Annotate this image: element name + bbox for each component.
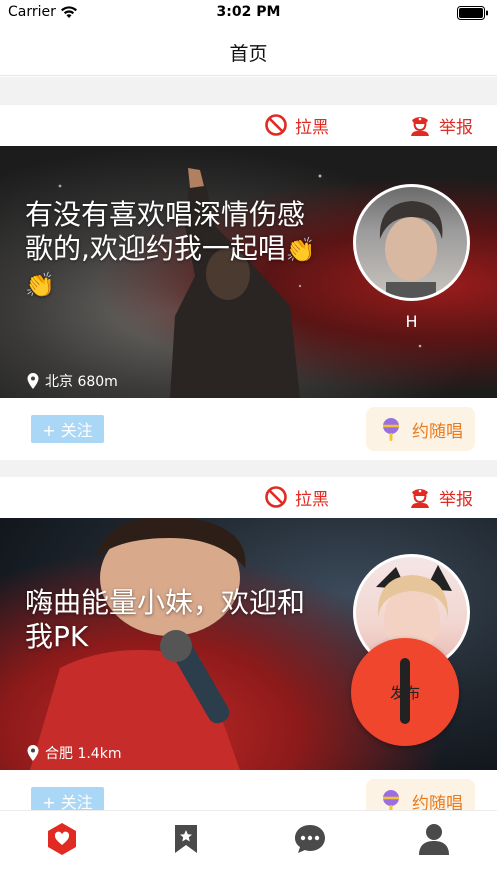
tab-favorites[interactable] <box>166 819 206 859</box>
block-label: 拉黑 <box>295 117 329 138</box>
block-icon <box>265 114 287 136</box>
block-button[interactable]: 拉黑 <box>264 111 329 139</box>
avatar-portrait <box>379 201 443 298</box>
avatar[interactable] <box>353 184 470 301</box>
microphone-icon <box>383 418 399 441</box>
section-divider <box>0 77 497 105</box>
tab-messages[interactable] <box>290 819 330 859</box>
caption-text: 有没有喜欢唱深情伤感歌的,欢迎约我一起唱 <box>25 198 306 265</box>
report-button[interactable]: 举报 <box>408 483 473 511</box>
chat-bubble-icon <box>295 825 325 853</box>
block-button[interactable]: 拉黑 <box>264 483 329 511</box>
block-icon <box>265 486 287 508</box>
plus-icon <box>400 658 410 724</box>
report-label: 举报 <box>439 117 473 138</box>
location-text: 北京 680m <box>45 374 118 390</box>
bookmark-star-icon <box>175 825 197 853</box>
location: 北京 680m <box>26 371 118 391</box>
nav-bar: 首页 <box>0 26 497 76</box>
tab-bar <box>0 810 497 883</box>
location-pin-icon <box>27 373 39 389</box>
location-pin-icon <box>27 745 39 761</box>
status-bar: Carrier 3:02 PM <box>0 0 497 26</box>
report-label: 举报 <box>439 489 473 510</box>
invite-sing-label: 约随唱 <box>412 421 463 442</box>
follow-button[interactable]: + 关注 <box>31 415 104 443</box>
card-caption: 嗨曲能量小妹，欢迎和我PK <box>25 586 325 654</box>
caption-text: 嗨曲能量小妹，欢迎和我PK <box>25 586 306 653</box>
tab-home[interactable] <box>42 819 82 859</box>
publish-fab[interactable]: 发布 <box>351 638 459 746</box>
card-actions: 拉黑 举报 <box>0 105 497 145</box>
person-icon <box>419 824 449 855</box>
tab-profile[interactable] <box>414 819 454 859</box>
police-icon <box>411 489 429 508</box>
battery-icon <box>457 6 488 20</box>
page-title: 首页 <box>229 43 268 65</box>
card-caption: 有没有喜欢唱深情伤感歌的,欢迎约我一起唱👏👏 <box>25 198 325 302</box>
block-label: 拉黑 <box>295 489 329 510</box>
card-footer: + 关注 约随唱 <box>0 398 497 460</box>
invite-sing-button[interactable]: 约随唱 <box>366 407 475 451</box>
location: 合肥 1.4km <box>26 743 121 763</box>
location-text: 合肥 1.4km <box>45 746 122 762</box>
card-photo[interactable]: 有没有喜欢唱深情伤感歌的,欢迎约我一起唱👏👏 H 北京 680m <box>0 146 497 398</box>
section-divider <box>0 460 497 477</box>
heart-hexagon-icon <box>48 823 76 855</box>
report-button[interactable]: 举报 <box>408 111 473 139</box>
card-actions: 拉黑 举报 <box>0 477 497 517</box>
status-time: 3:02 PM <box>216 4 281 20</box>
police-icon <box>411 117 429 136</box>
avatar-name: H <box>405 312 418 331</box>
